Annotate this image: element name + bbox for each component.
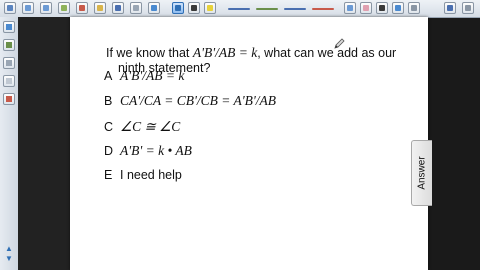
- shapes-icon[interactable]: [344, 2, 356, 14]
- pen-cursor-icon: [334, 38, 345, 49]
- choice-text: I need help: [120, 168, 182, 182]
- fill-icon[interactable]: [392, 2, 404, 14]
- line-style-icon[interactable]: [284, 8, 306, 10]
- page-sorter-icon[interactable]: [3, 21, 15, 33]
- back-icon[interactable]: [22, 2, 34, 14]
- select-tool-icon[interactable]: [172, 2, 184, 14]
- properties-panel-icon[interactable]: [3, 75, 15, 87]
- pen-icon[interactable]: [188, 2, 200, 14]
- choice-text: ∠C ≅ ∠C: [120, 119, 181, 134]
- line-style-icon[interactable]: [256, 8, 278, 10]
- chevron-down-icon[interactable]: ▼: [3, 255, 15, 263]
- line-style-icon[interactable]: [228, 8, 250, 10]
- page-nav-icon[interactable]: [4, 2, 16, 14]
- paste-icon[interactable]: [130, 2, 142, 14]
- text-icon[interactable]: [376, 2, 388, 14]
- top-toolbar: [0, 0, 480, 18]
- screen-icon[interactable]: [444, 2, 456, 14]
- attachments-icon[interactable]: [3, 57, 15, 69]
- choice-text: A'B'/AB = k: [120, 68, 185, 83]
- choice-a[interactable]: A A'B'/AB = k: [104, 68, 184, 86]
- choice-c[interactable]: C ∠C ≅ ∠C: [104, 119, 180, 137]
- answer-tab[interactable]: Answer: [411, 140, 432, 206]
- canvas-background: [18, 17, 70, 270]
- highlighter-icon[interactable]: [204, 2, 216, 14]
- addon-icon[interactable]: [3, 93, 15, 105]
- add-page-icon[interactable]: [58, 2, 70, 14]
- choice-text: CA'/CA = CB'/CB = A'B'/AB: [120, 93, 277, 108]
- question-prefix: If we know that: [106, 46, 193, 60]
- choice-letter: D: [104, 144, 114, 158]
- choice-letter: E: [104, 168, 113, 182]
- open-icon[interactable]: [94, 2, 106, 14]
- chevron-up-icon[interactable]: ▲: [3, 245, 15, 253]
- slide-page[interactable]: If we know that A'B'/AB = k, what can we…: [70, 17, 428, 270]
- more-icon[interactable]: [462, 2, 474, 14]
- undo-icon[interactable]: [148, 2, 160, 14]
- choice-letter: A: [104, 69, 113, 83]
- question-formula: A'B'/AB = k: [192, 45, 258, 60]
- side-panel: ▲ ▼: [0, 17, 19, 270]
- choice-b[interactable]: B CA'/CA = CB'/CB = A'B'/AB: [104, 93, 276, 111]
- choice-letter: B: [104, 94, 113, 108]
- choice-d[interactable]: D A'B' = k • AB: [104, 143, 192, 161]
- eraser-icon[interactable]: [360, 2, 372, 14]
- properties-icon[interactable]: [408, 2, 420, 14]
- choice-text: A'B' = k • AB: [120, 143, 192, 158]
- answer-tab-label: Answer: [416, 156, 428, 190]
- choice-e[interactable]: E I need help: [104, 168, 182, 186]
- gallery-icon[interactable]: [3, 39, 15, 51]
- choice-letter: C: [104, 120, 114, 134]
- question-suffix: , what can we add as our: [257, 46, 397, 60]
- forward-icon[interactable]: [40, 2, 52, 14]
- delete-page-icon[interactable]: [76, 2, 88, 14]
- line-style-icon[interactable]: [312, 8, 334, 10]
- save-icon[interactable]: [112, 2, 124, 14]
